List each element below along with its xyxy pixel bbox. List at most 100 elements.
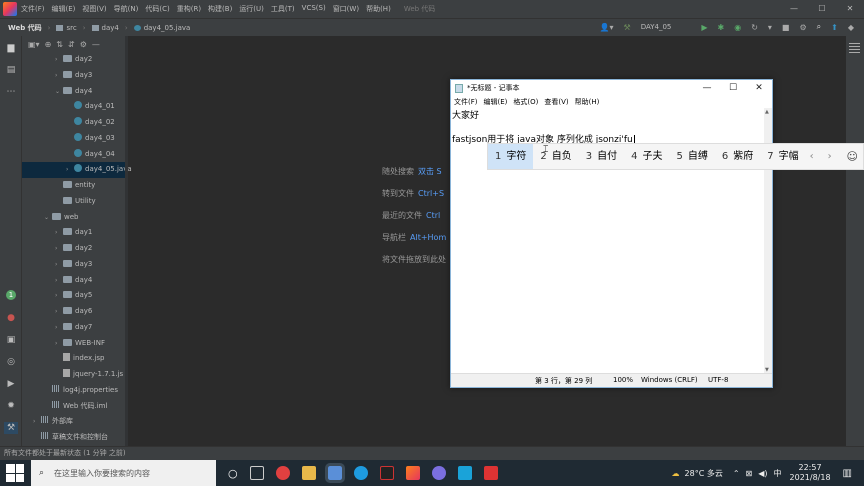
- coverage-icon[interactable]: ◉: [734, 23, 741, 32]
- recorder-icon[interactable]: [483, 466, 498, 480]
- tree-arrow-icon[interactable]: ›: [55, 273, 63, 289]
- menu-item[interactable]: 构建(B): [208, 4, 232, 14]
- expand-all-icon[interactable]: ⇅: [56, 40, 63, 49]
- tree-arrow-icon[interactable]: ›: [55, 241, 63, 257]
- taskbar-search[interactable]: ⌕ 在这里输入你要搜索的内容: [31, 460, 216, 486]
- todo-badge-icon[interactable]: 1: [6, 290, 16, 300]
- tree-item[interactable]: › day3: [22, 257, 125, 273]
- maximize-icon[interactable]: ☐: [720, 80, 746, 96]
- structure-tool-icon[interactable]: ▤: [4, 64, 18, 76]
- task-view-icon[interactable]: ○: [228, 467, 238, 480]
- menu-item[interactable]: 视图(V): [82, 4, 106, 14]
- clock[interactable]: 22:57 2021/8/18: [790, 463, 831, 483]
- menu-item[interactable]: VCS(S): [302, 4, 326, 14]
- minimize-icon[interactable]: —: [694, 80, 720, 96]
- ime-candidate[interactable]: 4 子夫: [624, 144, 669, 169]
- menu-item[interactable]: 导航(N): [114, 4, 139, 14]
- tree-arrow-icon[interactable]: ›: [55, 304, 63, 320]
- minimize-icon[interactable]: —: [780, 0, 808, 18]
- tree-item[interactable]: Web 代码.iml: [22, 399, 125, 415]
- tree-item[interactable]: 草稿文件和控制台: [22, 430, 125, 446]
- tree-item[interactable]: › day1: [22, 225, 125, 241]
- notepad-menu-item[interactable]: 帮助(H): [575, 97, 600, 107]
- tree-item[interactable]: › day4: [22, 273, 125, 289]
- more-tools-icon[interactable]: ⋯: [4, 86, 18, 98]
- problems-icon[interactable]: ●: [4, 312, 18, 324]
- file-explorer-icon[interactable]: [301, 466, 316, 480]
- plugin-icon[interactable]: ◆: [848, 23, 854, 32]
- database-tool-icon[interactable]: [849, 42, 860, 53]
- tree-item[interactable]: index.jsp: [22, 351, 125, 367]
- windows-start-icon[interactable]: [6, 464, 24, 482]
- ime-candidate[interactable]: 3 自付: [579, 144, 624, 169]
- menu-item[interactable]: 窗口(W): [333, 4, 359, 14]
- ime-candidate[interactable]: 1 字符: [488, 144, 534, 169]
- netease-music-icon[interactable]: [275, 466, 290, 480]
- ime-mode[interactable]: 中: [774, 468, 782, 479]
- tree-item[interactable]: day4_02: [22, 115, 125, 131]
- tree-arrow-icon[interactable]: ›: [55, 68, 63, 84]
- menu-item[interactable]: 运行(U): [239, 4, 264, 14]
- tree-item[interactable]: entity: [22, 178, 125, 194]
- menu-item[interactable]: 文件(F): [21, 4, 45, 14]
- tree-arrow-icon[interactable]: ⌄: [55, 84, 63, 100]
- menu-item[interactable]: 重构(R): [177, 4, 201, 14]
- services-icon[interactable]: ◎: [4, 356, 18, 368]
- close-icon[interactable]: ✕: [836, 0, 864, 18]
- project-tool-icon[interactable]: ▆: [4, 42, 18, 54]
- update-icon[interactable]: ⬆: [831, 23, 838, 32]
- tree-item[interactable]: › day3: [22, 68, 125, 84]
- tree-arrow-icon[interactable]: ⌄: [44, 210, 52, 226]
- attach-icon[interactable]: ▾: [768, 23, 772, 32]
- tree-item[interactable]: › day6: [22, 304, 125, 320]
- network-icon[interactable]: ⊠: [746, 469, 753, 478]
- locate-icon[interactable]: ⊕: [45, 40, 52, 49]
- maximize-icon[interactable]: ☐: [808, 0, 836, 18]
- collapse-all-icon[interactable]: ⇵: [68, 40, 75, 49]
- ime-candidate[interactable]: 2 自负: [533, 144, 578, 169]
- tree-arrow-icon[interactable]: ›: [55, 225, 63, 241]
- settings-icon[interactable]: ⚙: [799, 23, 806, 32]
- panel-divider[interactable]: [125, 36, 128, 446]
- menu-item[interactable]: 编辑(E): [52, 4, 76, 14]
- notepad-menu-item[interactable]: 格式(O): [513, 97, 538, 107]
- tree-item[interactable]: › day2: [22, 241, 125, 257]
- ime-candidate[interactable]: 5 自缚: [670, 144, 715, 169]
- tree-item[interactable]: › 外部库: [22, 414, 125, 430]
- user-icon[interactable]: 👤▾: [600, 23, 614, 32]
- options-icon[interactable]: ⚙: [80, 40, 87, 49]
- multitask-icon[interactable]: [249, 466, 264, 480]
- ime-candidate[interactable]: 6 紫府: [715, 144, 760, 169]
- notepad-menu-item[interactable]: 编辑(E): [484, 97, 508, 107]
- tree-arrow-icon[interactable]: ›: [33, 414, 41, 430]
- notepad-taskbar-icon[interactable]: [324, 463, 345, 483]
- close-icon[interactable]: ✕: [746, 80, 772, 96]
- build-hammer-icon[interactable]: ⚒: [624, 23, 631, 32]
- tree-item[interactable]: log4j.properties: [22, 383, 125, 399]
- notifications-icon[interactable]: ▥: [843, 468, 852, 479]
- run-config-select[interactable]: DAY4_05: [641, 23, 672, 31]
- notepad-menu-item[interactable]: 查看(V): [544, 97, 568, 107]
- tree-item[interactable]: day4_04: [22, 147, 125, 163]
- tree-item[interactable]: Utility: [22, 194, 125, 210]
- webstorm-icon[interactable]: [457, 466, 472, 480]
- hide-icon[interactable]: —: [92, 40, 100, 49]
- build-tool-icon[interactable]: ⚒: [4, 422, 18, 434]
- menu-item[interactable]: 代码(C): [145, 4, 169, 14]
- tree-item[interactable]: ⌄ day4: [22, 84, 125, 100]
- menu-item[interactable]: 帮助(H): [366, 4, 391, 14]
- ime-prev-icon[interactable]: ‹: [810, 151, 814, 162]
- weather-text[interactable]: 28°C 多云: [685, 468, 723, 479]
- tree-arrow-icon[interactable]: ›: [55, 257, 63, 273]
- tree-item[interactable]: › WEB-INF: [22, 336, 125, 352]
- tree-item[interactable]: day4_01: [22, 99, 125, 115]
- terminal-app-icon[interactable]: [379, 466, 394, 480]
- breadcrumb-project[interactable]: Web 代码: [8, 23, 42, 33]
- tree-item[interactable]: › day4_05.java: [22, 162, 132, 178]
- tree-item[interactable]: jquery-1.7.1.js: [22, 367, 125, 383]
- edge-icon[interactable]: [353, 466, 368, 480]
- tree-item[interactable]: day4_03: [22, 131, 125, 147]
- tree-arrow-icon[interactable]: ›: [55, 336, 63, 352]
- run-tool-icon[interactable]: ▶: [4, 378, 18, 390]
- terminal-icon[interactable]: ▣: [4, 334, 18, 346]
